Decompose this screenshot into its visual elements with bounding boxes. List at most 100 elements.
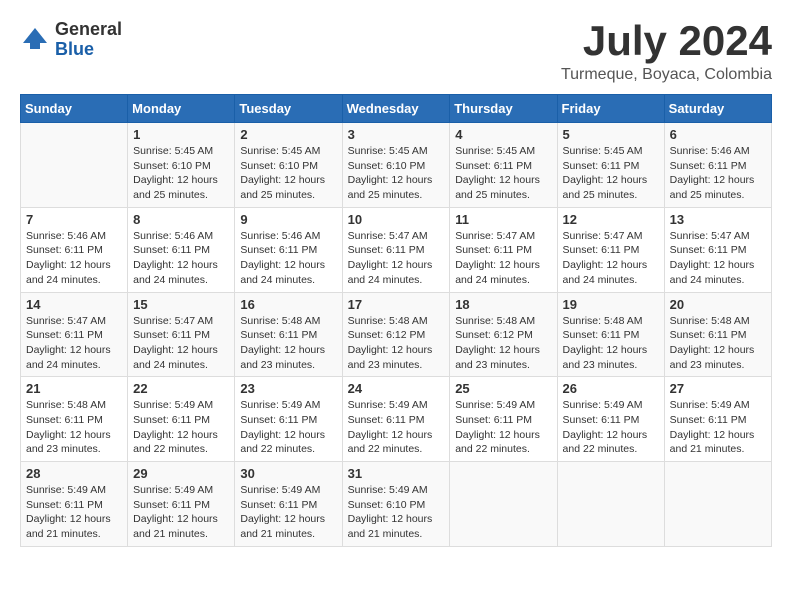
day-info: Sunrise: 5:47 AMSunset: 6:11 PMDaylight:… bbox=[455, 229, 551, 288]
calendar-cell: 11 Sunrise: 5:47 AMSunset: 6:11 PMDayligh… bbox=[450, 207, 557, 292]
calendar-cell: 27Sunrise: 5:49 AMSunset: 6:11 PMDayligh… bbox=[664, 377, 771, 462]
day-info: Sunrise: 5:49 AMSunset: 6:11 PMDaylight:… bbox=[26, 483, 122, 542]
logo: General Blue bbox=[20, 20, 122, 60]
day-info: Sunrise: 5:45 AMSunset: 6:11 PMDaylight:… bbox=[563, 144, 659, 203]
calendar-cell: 14Sunrise: 5:47 AMSunset: 6:11 PMDayligh… bbox=[21, 292, 128, 377]
day-number: 17 bbox=[348, 297, 445, 312]
calendar-cell: 13 Sunrise: 5:47 AMSunset: 6:11 PMDayligh… bbox=[664, 207, 771, 292]
day-number: 11 bbox=[455, 212, 551, 227]
day-info: Sunrise: 5:49 AMSunset: 6:11 PMDaylight:… bbox=[133, 398, 229, 457]
day-number: 15 bbox=[133, 297, 229, 312]
calendar-table: SundayMondayTuesdayWednesdayThursdayFrid… bbox=[20, 94, 772, 547]
week-row-5: 28Sunrise: 5:49 AMSunset: 6:11 PMDayligh… bbox=[21, 462, 772, 547]
calendar-cell bbox=[664, 462, 771, 547]
calendar-cell bbox=[450, 462, 557, 547]
day-info: Sunrise: 5:49 AMSunset: 6:10 PMDaylight:… bbox=[348, 483, 445, 542]
logo-icon bbox=[20, 25, 50, 55]
day-number: 20 bbox=[670, 297, 766, 312]
calendar-cell: 25 Sunrise: 5:49 AMSunset: 6:11 PMDayligh… bbox=[450, 377, 557, 462]
day-info: Sunrise: 5:49 AMSunset: 6:11 PMDaylight:… bbox=[670, 398, 766, 457]
day-info: Sunrise: 5:46 AMSunset: 6:11 PMDaylight:… bbox=[670, 144, 766, 203]
day-number: 13 bbox=[670, 212, 766, 227]
day-info: Sunrise: 5:48 AMSunset: 6:11 PMDaylight:… bbox=[670, 314, 766, 373]
day-number: 5 bbox=[563, 127, 659, 142]
calendar-cell: 31 Sunrise: 5:49 AMSunset: 6:10 PMDayligh… bbox=[342, 462, 450, 547]
day-number: 21 bbox=[26, 381, 122, 396]
day-number: 26 bbox=[563, 381, 659, 396]
day-number: 4 bbox=[455, 127, 551, 142]
calendar-cell bbox=[21, 123, 128, 208]
calendar-cell: 17 Sunrise: 5:48 AMSunset: 6:12 PMDayligh… bbox=[342, 292, 450, 377]
calendar-cell: 30 Sunrise: 5:49 AMSunset: 6:11 PMDayligh… bbox=[235, 462, 342, 547]
day-info: Sunrise: 5:47 AMSunset: 6:11 PMDaylight:… bbox=[26, 314, 122, 373]
calendar-header: SundayMondayTuesdayWednesdayThursdayFrid… bbox=[21, 95, 772, 123]
day-info: Sunrise: 5:48 AMSunset: 6:11 PMDaylight:… bbox=[240, 314, 336, 373]
calendar-cell: 4Sunrise: 5:45 AMSunset: 6:11 PMDaylight… bbox=[450, 123, 557, 208]
day-info: Sunrise: 5:48 AMSunset: 6:11 PMDaylight:… bbox=[26, 398, 122, 457]
calendar-cell: 19Sunrise: 5:48 AMSunset: 6:11 PMDayligh… bbox=[557, 292, 664, 377]
calendar-cell: 23 Sunrise: 5:49 AMSunset: 6:11 PMDayligh… bbox=[235, 377, 342, 462]
calendar-cell: 26 Sunrise: 5:49 AMSunset: 6:11 PMDayligh… bbox=[557, 377, 664, 462]
logo-blue-text: Blue bbox=[55, 40, 122, 60]
day-info: Sunrise: 5:47 AMSunset: 6:11 PMDaylight:… bbox=[348, 229, 445, 288]
location-text: Turmeque, Boyaca, Colombia bbox=[561, 66, 772, 84]
calendar-cell: 29Sunrise: 5:49 AMSunset: 6:11 PMDayligh… bbox=[128, 462, 235, 547]
day-headers-row: SundayMondayTuesdayWednesdayThursdayFrid… bbox=[21, 95, 772, 123]
calendar-cell: 28Sunrise: 5:49 AMSunset: 6:11 PMDayligh… bbox=[21, 462, 128, 547]
day-info: Sunrise: 5:46 AMSunset: 6:11 PMDaylight:… bbox=[133, 229, 229, 288]
day-number: 24 bbox=[348, 381, 445, 396]
logo-general-text: General bbox=[55, 20, 122, 40]
calendar-cell: 20 Sunrise: 5:48 AMSunset: 6:11 PMDayligh… bbox=[664, 292, 771, 377]
calendar-cell: 15 Sunrise: 5:47 AMSunset: 6:11 PMDayligh… bbox=[128, 292, 235, 377]
day-number: 31 bbox=[348, 466, 445, 481]
day-header-monday: Monday bbox=[128, 95, 235, 123]
day-header-sunday: Sunday bbox=[21, 95, 128, 123]
title-section: July 2024 Turmeque, Boyaca, Colombia bbox=[561, 20, 772, 84]
day-info: Sunrise: 5:45 AMSunset: 6:10 PMDaylight:… bbox=[348, 144, 445, 203]
week-row-1: 1Sunrise: 5:45 AMSunset: 6:10 PMDaylight… bbox=[21, 123, 772, 208]
calendar-cell: 21 Sunrise: 5:48 AMSunset: 6:11 PMDayligh… bbox=[21, 377, 128, 462]
day-info: Sunrise: 5:49 AMSunset: 6:11 PMDaylight:… bbox=[563, 398, 659, 457]
day-number: 29 bbox=[133, 466, 229, 481]
day-number: 2 bbox=[240, 127, 336, 142]
day-number: 22 bbox=[133, 381, 229, 396]
calendar-body: 1Sunrise: 5:45 AMSunset: 6:10 PMDaylight… bbox=[21, 123, 772, 547]
calendar-cell: 2 Sunrise: 5:45 AMSunset: 6:10 PMDaylight… bbox=[235, 123, 342, 208]
calendar-cell: 18Sunrise: 5:48 AMSunset: 6:12 PMDayligh… bbox=[450, 292, 557, 377]
day-header-thursday: Thursday bbox=[450, 95, 557, 123]
day-number: 25 bbox=[455, 381, 551, 396]
calendar-cell: 10 Sunrise: 5:47 AMSunset: 6:11 PMDayligh… bbox=[342, 207, 450, 292]
day-info: Sunrise: 5:49 AMSunset: 6:11 PMDaylight:… bbox=[240, 398, 336, 457]
day-info: Sunrise: 5:49 AMSunset: 6:11 PMDaylight:… bbox=[455, 398, 551, 457]
calendar-cell: 1Sunrise: 5:45 AMSunset: 6:10 PMDaylight… bbox=[128, 123, 235, 208]
day-info: Sunrise: 5:47 AMSunset: 6:11 PMDaylight:… bbox=[133, 314, 229, 373]
calendar-cell: 24 Sunrise: 5:49 AMSunset: 6:11 PMDayligh… bbox=[342, 377, 450, 462]
day-number: 16 bbox=[240, 297, 336, 312]
day-header-wednesday: Wednesday bbox=[342, 95, 450, 123]
day-info: Sunrise: 5:49 AMSunset: 6:11 PMDaylight:… bbox=[240, 483, 336, 542]
day-number: 30 bbox=[240, 466, 336, 481]
day-number: 10 bbox=[348, 212, 445, 227]
day-info: Sunrise: 5:45 AMSunset: 6:10 PMDaylight:… bbox=[240, 144, 336, 203]
day-number: 23 bbox=[240, 381, 336, 396]
day-info: Sunrise: 5:45 AMSunset: 6:10 PMDaylight:… bbox=[133, 144, 229, 203]
calendar-cell: 6 Sunrise: 5:46 AMSunset: 6:11 PMDaylight… bbox=[664, 123, 771, 208]
day-info: Sunrise: 5:46 AMSunset: 6:11 PMDaylight:… bbox=[240, 229, 336, 288]
calendar-cell: 12Sunrise: 5:47 AMSunset: 6:11 PMDayligh… bbox=[557, 207, 664, 292]
day-info: Sunrise: 5:47 AMSunset: 6:11 PMDaylight:… bbox=[670, 229, 766, 288]
day-info: Sunrise: 5:48 AMSunset: 6:12 PMDaylight:… bbox=[348, 314, 445, 373]
day-header-friday: Friday bbox=[557, 95, 664, 123]
month-title: July 2024 bbox=[561, 20, 772, 62]
calendar-cell: 9 Sunrise: 5:46 AMSunset: 6:11 PMDaylight… bbox=[235, 207, 342, 292]
day-number: 9 bbox=[240, 212, 336, 227]
day-number: 7 bbox=[26, 212, 122, 227]
day-info: Sunrise: 5:46 AMSunset: 6:11 PMDaylight:… bbox=[26, 229, 122, 288]
week-row-4: 21 Sunrise: 5:48 AMSunset: 6:11 PMDayligh… bbox=[21, 377, 772, 462]
day-header-saturday: Saturday bbox=[664, 95, 771, 123]
day-header-tuesday: Tuesday bbox=[235, 95, 342, 123]
day-number: 6 bbox=[670, 127, 766, 142]
calendar-cell: 7 Sunrise: 5:46 AMSunset: 6:11 PMDaylight… bbox=[21, 207, 128, 292]
calendar-cell: 22 Sunrise: 5:49 AMSunset: 6:11 PMDayligh… bbox=[128, 377, 235, 462]
calendar-cell: 3Sunrise: 5:45 AMSunset: 6:10 PMDaylight… bbox=[342, 123, 450, 208]
day-info: Sunrise: 5:49 AMSunset: 6:11 PMDaylight:… bbox=[348, 398, 445, 457]
